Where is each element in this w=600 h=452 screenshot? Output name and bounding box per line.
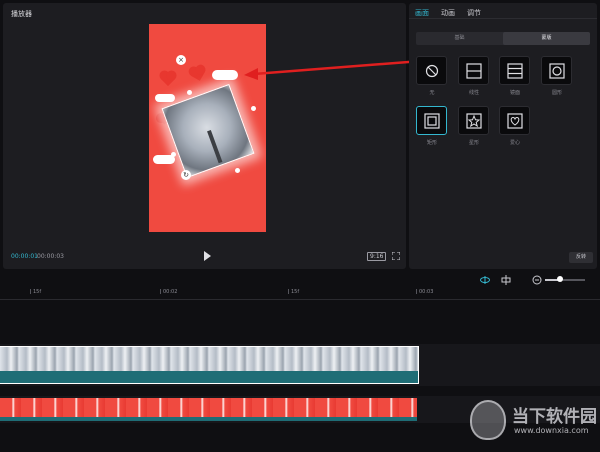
resize-handle[interactable] — [187, 90, 192, 95]
mask-star[interactable]: 星形 — [458, 106, 490, 146]
heart-sticker — [160, 71, 176, 87]
tab-divider — [409, 18, 597, 19]
mirror-icon — [506, 62, 523, 79]
mask-rectangle[interactable]: 矩形 — [416, 106, 448, 146]
timeline-toolbar — [0, 272, 600, 288]
sub-tab-basic[interactable]: 基础 — [416, 32, 503, 45]
heart-sticker — [191, 67, 205, 81]
total-time: 00:00:03 — [37, 253, 64, 260]
reverse-button[interactable]: 反转 — [569, 252, 593, 263]
mask-none[interactable]: 无 — [416, 56, 448, 96]
fullscreen-icon[interactable] — [392, 252, 400, 260]
tab-picture[interactable]: 画面 — [415, 8, 429, 18]
watermark-url: www.downxia.com — [514, 426, 589, 435]
masked-photo[interactable] — [161, 83, 255, 179]
resize-handle[interactable] — [251, 106, 256, 111]
player-panel: 播放器 × ↻ 00:00:01 00:00:03 9:16 — [3, 3, 406, 269]
mask-mirror[interactable]: 镜面 — [499, 56, 531, 96]
circle-icon — [548, 62, 565, 79]
split-icon[interactable] — [501, 275, 511, 285]
resize-handle[interactable] — [235, 168, 240, 173]
heart-icon — [506, 112, 523, 129]
mask-heart[interactable]: 爱心 — [499, 106, 531, 146]
zoom-slider-handle[interactable] — [557, 276, 563, 282]
play-icon[interactable] — [202, 250, 212, 262]
cloud-sticker — [155, 94, 175, 102]
none-icon — [425, 64, 438, 77]
cloud-sticker — [212, 70, 238, 80]
video-preview[interactable]: × ↻ — [149, 24, 266, 232]
star-icon — [465, 112, 482, 129]
rectangle-icon — [423, 112, 440, 129]
link-icon[interactable] — [480, 275, 490, 285]
player-title: 播放器 — [11, 10, 32, 18]
mask-circle[interactable]: 圆形 — [541, 56, 573, 96]
rotate-icon[interactable]: ↻ — [181, 170, 191, 180]
resize-handle[interactable] — [171, 152, 176, 157]
tab-adjust[interactable]: 调节 — [467, 8, 481, 18]
sub-tab-mask[interactable]: 蒙版 — [503, 32, 590, 45]
aspect-ratio-button[interactable]: 9:16 — [367, 252, 387, 261]
delete-icon[interactable]: × — [176, 55, 186, 65]
tree-trunk — [207, 129, 223, 164]
timeline-ruler[interactable]: 15f 00:02 15f 00:03 — [0, 288, 600, 300]
watermark-logo-icon — [470, 400, 506, 440]
current-time: 00:00:01 — [11, 253, 38, 260]
watermark-text: 当下软件园 — [512, 407, 597, 427]
tab-animation[interactable]: 动画 — [441, 8, 455, 18]
mask-linear[interactable]: 线性 — [458, 56, 490, 96]
site-watermark: 当下软件园 www.downxia.com — [470, 400, 600, 444]
linear-icon — [465, 62, 482, 79]
video-clip[interactable] — [0, 346, 419, 384]
sub-tab-switch: 基础 蒙版 — [416, 32, 590, 45]
properties-panel: 画面 动画 调节 基础 蒙版 无 线性 镜面 圆形 矩形 星形 爱心 反转 — [409, 3, 597, 269]
property-tabs: 画面 动画 调节 — [415, 8, 481, 18]
sticker-clip[interactable] — [0, 398, 417, 421]
zoom-out-icon[interactable] — [532, 275, 542, 285]
